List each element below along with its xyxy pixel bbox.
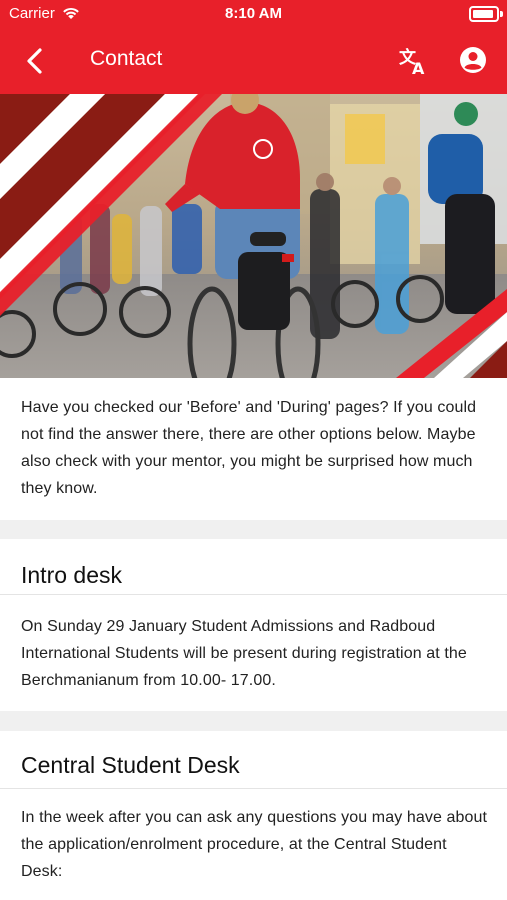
intro-card: Have you checked our 'Before' and 'Durin…	[0, 378, 507, 520]
clock: 8:10 AM	[225, 5, 282, 22]
navigation-bar: Contact 文 A	[0, 34, 507, 86]
back-chevron-icon[interactable]	[22, 46, 48, 76]
intro-text: Have you checked our 'Before' and 'Durin…	[21, 399, 477, 497]
section-heading: Central Student Desk	[21, 752, 240, 778]
hero-photo-cyclists	[0, 94, 507, 378]
translate-icon[interactable]: 文 A	[398, 45, 430, 78]
app-header: Carrier 8:10 AM Contact 文 A	[0, 0, 507, 94]
battery-tip	[500, 11, 503, 17]
battery-icon	[469, 6, 499, 22]
section-card-central-student-desk: Central Student Desk In the week after y…	[0, 731, 507, 900]
section-card-intro-desk: Intro desk On Sunday 29 January Student …	[0, 539, 507, 711]
section-heading: Intro desk	[21, 562, 122, 588]
divider	[0, 594, 507, 595]
section-body: On Sunday 29 January Student Admissions …	[21, 618, 467, 689]
section-body: In the week after you can ask any questi…	[21, 809, 488, 880]
svg-text:A: A	[412, 59, 425, 77]
status-bar: Carrier 8:10 AM	[0, 0, 507, 28]
account-circle-icon[interactable]	[458, 45, 488, 75]
divider	[0, 788, 507, 789]
page-title: Contact	[90, 47, 163, 70]
